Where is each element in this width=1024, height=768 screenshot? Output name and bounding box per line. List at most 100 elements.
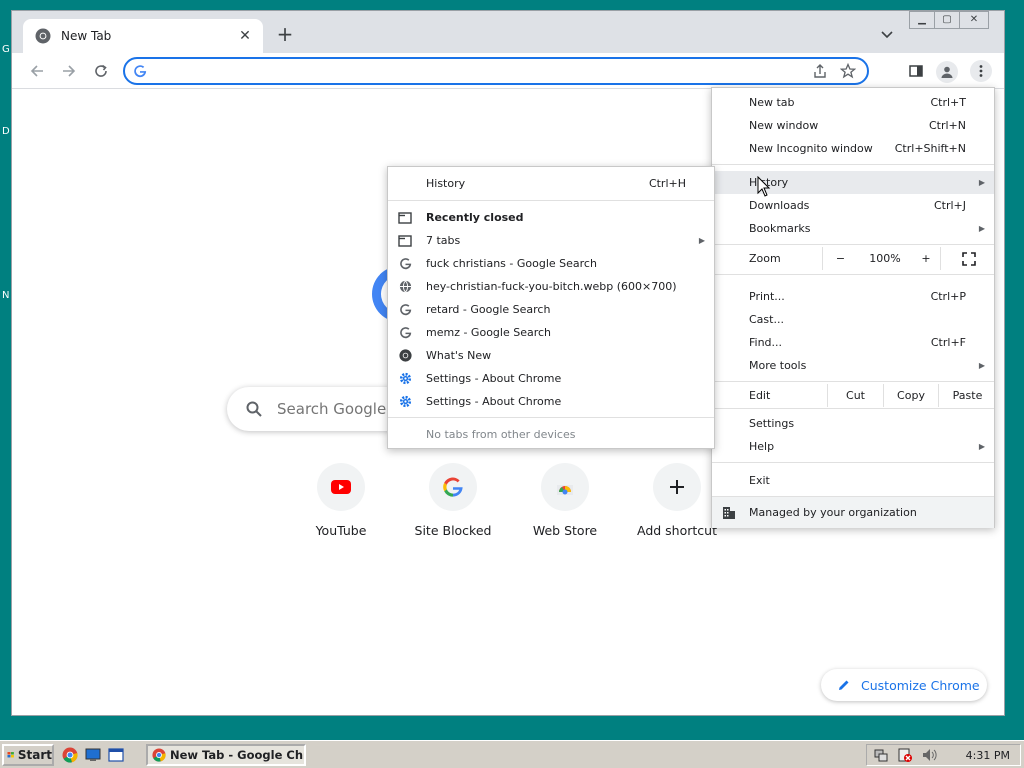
history-item[interactable]: fuck christians - Google Search [388, 252, 714, 275]
chrome-icon [35, 28, 51, 44]
tab-new-tab[interactable]: New Tab ✕ [23, 19, 263, 53]
chrome-menu-button[interactable] [970, 60, 992, 82]
address-bar[interactable] [123, 57, 869, 85]
volume-icon[interactable] [921, 747, 937, 763]
menu-label: 7 tabs [426, 234, 461, 247]
menu-separator [712, 164, 994, 165]
paste-button[interactable]: Paste [938, 384, 996, 407]
menu-item-print[interactable]: Print... Ctrl+P [712, 285, 994, 308]
toolbar [12, 53, 1004, 89]
zoom-in-button[interactable]: + [912, 247, 940, 270]
tab-icon [398, 211, 412, 225]
settings-gear-icon [398, 395, 412, 409]
history-item[interactable]: retard - Google Search [388, 298, 714, 321]
show-desktop-icon[interactable] [85, 747, 101, 763]
menu-item-cast[interactable]: Cast... [712, 308, 994, 331]
menu-label: memz - Google Search [426, 326, 552, 339]
taskbar: Start New Tab - Google Chr... 4:31 PM [0, 740, 1024, 768]
zoom-out-button[interactable]: − [822, 247, 858, 270]
internet-explorer-icon[interactable] [108, 747, 124, 763]
cut-button[interactable]: Cut [827, 384, 883, 407]
chrome-icon [398, 349, 412, 363]
menu-label: Settings [749, 417, 795, 430]
minimize-button[interactable]: ▁ [909, 11, 935, 29]
taskbar-item-title: New Tab - Google Chr... [170, 748, 306, 762]
maximize-button[interactable]: ▢ [934, 11, 960, 29]
menu-item-settings[interactable]: Settings [712, 412, 994, 435]
menu-label: Zoom [749, 252, 781, 265]
menu-item-bookmarks[interactable]: Bookmarks ▶ [712, 217, 994, 240]
menu-item-help[interactable]: Help ▶ [712, 435, 994, 458]
menu-item-new-tab[interactable]: New tab Ctrl+T [712, 91, 994, 114]
menu-item-more-tools[interactable]: More tools ▶ [712, 354, 994, 377]
history-item[interactable]: memz - Google Search [388, 321, 714, 344]
google-icon [398, 257, 412, 271]
history-item-7-tabs[interactable]: 7 tabs ▶ [388, 229, 714, 252]
menu-item-downloads[interactable]: Downloads Ctrl+J [712, 194, 994, 217]
copy-button[interactable]: Copy [883, 384, 938, 407]
menu-item-incognito[interactable]: New Incognito window Ctrl+Shift+N [712, 137, 994, 160]
side-panel-icon [909, 65, 923, 77]
menu-item-zoom: Zoom − 100% + [712, 247, 994, 270]
more-vert-icon [979, 65, 983, 77]
recently-closed-header: Recently closed [388, 206, 714, 229]
menu-separator [712, 408, 994, 409]
menu-label: New Incognito window [749, 142, 873, 155]
system-tray: 4:31 PM [866, 744, 1021, 766]
bookmark-star-button[interactable] [837, 60, 859, 82]
menu-label: fuck christians - Google Search [426, 257, 597, 270]
history-item[interactable]: Settings - About Chrome [388, 367, 714, 390]
mouse-cursor-icon [757, 176, 771, 197]
network-icon[interactable] [873, 747, 889, 763]
menu-item-history[interactable]: History ▶ [712, 171, 994, 194]
start-button[interactable]: Start [2, 744, 54, 766]
back-button[interactable] [26, 60, 48, 82]
plus-icon [670, 480, 684, 494]
chrome-icon [152, 748, 166, 762]
reload-icon [95, 64, 107, 77]
shortcut-site-blocked[interactable]: Site Blocked [397, 463, 509, 538]
menu-shortcut: Ctrl+N [928, 119, 966, 132]
web-store-icon [557, 485, 573, 495]
profile-avatar[interactable] [936, 61, 958, 83]
history-item[interactable]: Settings - About Chrome [388, 390, 714, 413]
menu-item-new-window[interactable]: New window Ctrl+N [712, 114, 994, 137]
menu-label: New window [749, 119, 819, 132]
chevron-down-icon[interactable] [878, 25, 896, 43]
menu-label: New tab [749, 96, 795, 109]
side-panel-button[interactable] [905, 60, 927, 82]
menu-label: History [426, 177, 466, 190]
history-item[interactable]: hey-christian-fuck-you-bitch.webp (600×7… [388, 275, 714, 298]
forward-button[interactable] [58, 60, 80, 82]
shortcut-youtube[interactable]: YouTube [285, 463, 397, 538]
fullscreen-button[interactable] [940, 247, 996, 270]
taskbar-item-chrome[interactable]: New Tab - Google Chr... [146, 744, 306, 766]
shortcut-web-store[interactable]: Web Store [509, 463, 621, 538]
google-icon [398, 303, 412, 317]
menu-label: retard - Google Search [426, 303, 551, 316]
menu-item-find[interactable]: Find... Ctrl+F [712, 331, 994, 354]
menu-item-exit[interactable]: Exit [712, 469, 994, 492]
security-alert-icon[interactable] [897, 747, 913, 763]
submenu-arrow-icon: ▶ [698, 236, 705, 245]
desktop-icon-fragment: G [2, 44, 10, 55]
window-close-button[interactable]: ✕ [959, 11, 989, 29]
desktop-icon-fragment: N [2, 290, 10, 301]
reload-button[interactable] [90, 60, 112, 82]
new-tab-button[interactable]: + [274, 24, 296, 46]
address-input[interactable] [153, 61, 803, 81]
history-item-history[interactable]: History Ctrl+H [388, 172, 714, 195]
menu-item-managed[interactable]: Managed by your organization [712, 497, 994, 528]
desktop-icon-fragment: D [2, 126, 10, 137]
submenu-arrow-icon: ▶ [978, 224, 985, 233]
share-icon [814, 64, 826, 78]
submenu-arrow-icon: ▶ [978, 442, 985, 451]
google-icon [398, 326, 412, 340]
menu-shortcut: Ctrl+T [930, 96, 966, 109]
chrome-icon[interactable] [62, 747, 78, 763]
history-item[interactable]: What's New [388, 344, 714, 367]
close-icon[interactable]: ✕ [237, 28, 253, 44]
customize-chrome-button[interactable]: Customize Chrome [821, 669, 987, 701]
shortcut-label: Web Store [532, 523, 598, 538]
share-button[interactable] [809, 60, 831, 82]
